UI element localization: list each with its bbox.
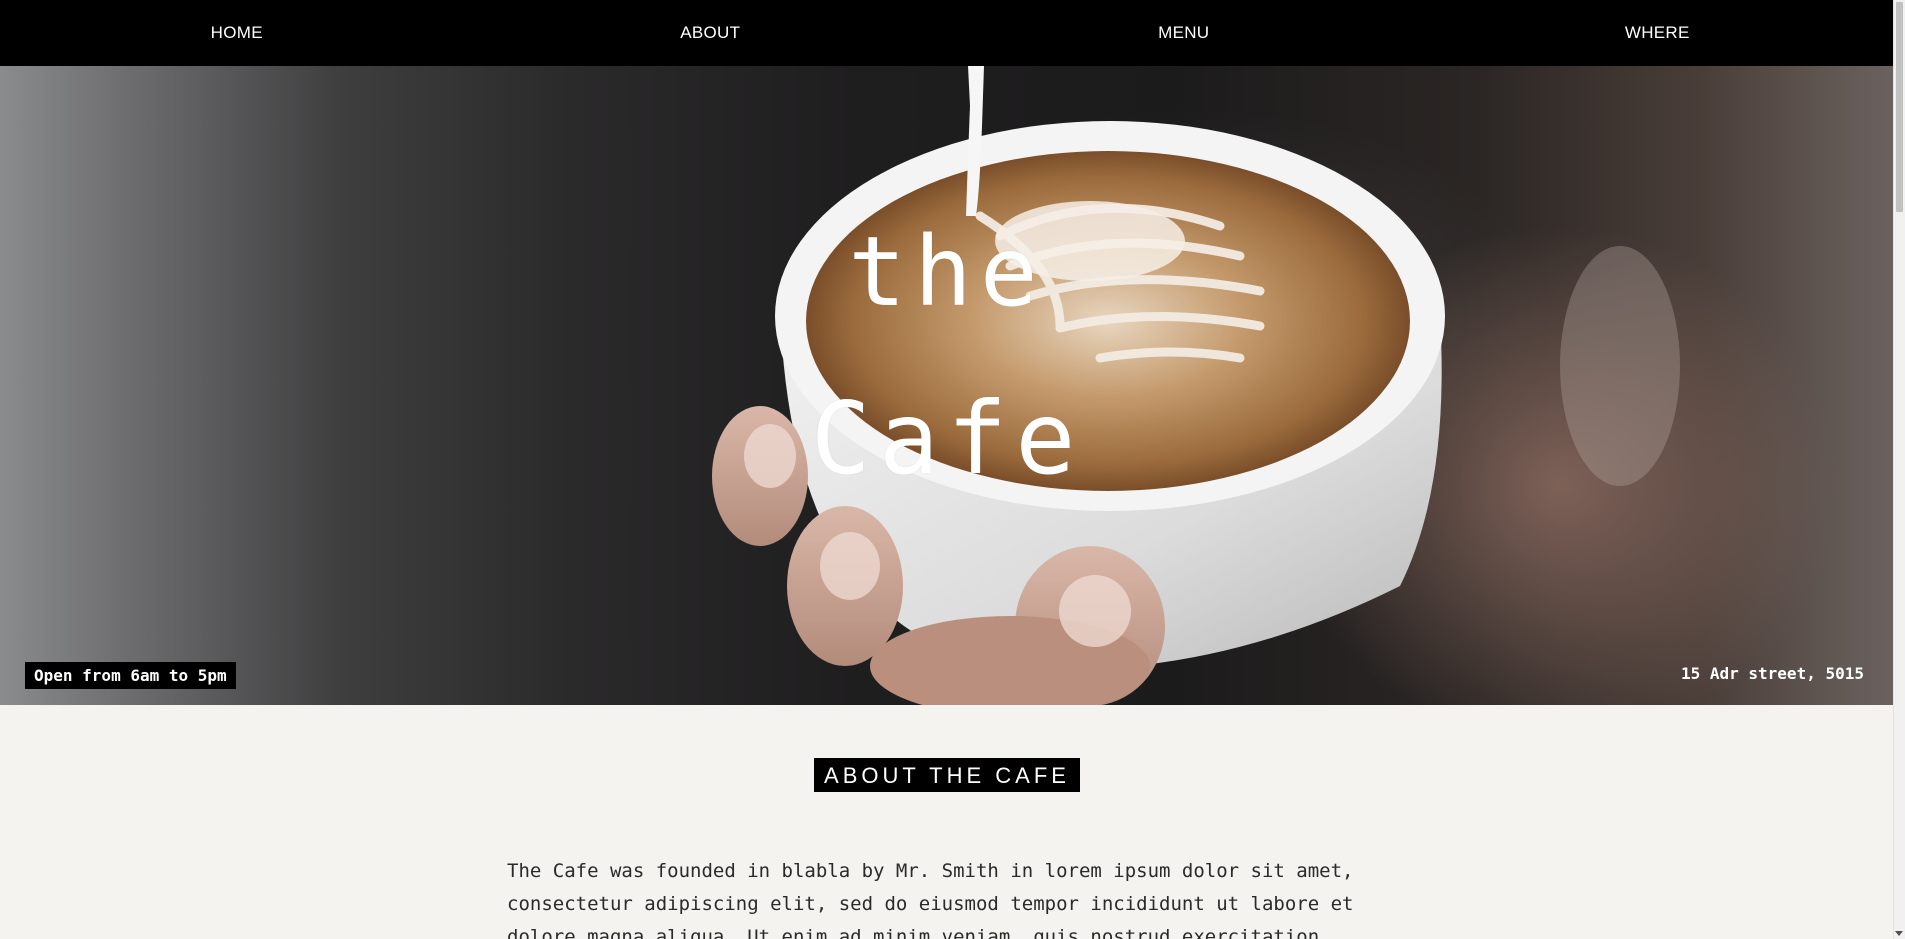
about-heading-container: ABOUT THE CAFE (0, 758, 1894, 792)
hero-section: the Cafe Open from 6am to 5pm 15 Adr str… (0, 66, 1894, 705)
page: HOME ABOUT MENU WHERE the Cafe Open from… (0, 0, 1905, 939)
scroll-down-arrow-icon[interactable] (1895, 931, 1903, 936)
hero-title-line-1: the (848, 216, 1046, 328)
page-scrollbar[interactable] (1893, 0, 1905, 939)
address-text: 15 Adr street, 5015 (1680, 664, 1864, 683)
about-body-text: The Cafe was founded in blabla by Mr. Sm… (507, 860, 1354, 939)
opening-hours-badge: Open from 6am to 5pm (25, 662, 236, 689)
nav-where-link[interactable]: WHERE (1421, 0, 1895, 66)
top-navigation: HOME ABOUT MENU WHERE (0, 0, 1894, 66)
nav-home-link[interactable]: HOME (0, 0, 474, 66)
about-section: ABOUT THE CAFE The Cafe was founded in b… (0, 705, 1894, 939)
about-heading: ABOUT THE CAFE (814, 758, 1080, 792)
nav-menu-link[interactable]: MENU (947, 0, 1421, 66)
hero-title-line-2: Cafe (810, 380, 1084, 497)
scrollbar-thumb[interactable] (1896, 2, 1903, 212)
nav-about-link[interactable]: ABOUT (474, 0, 948, 66)
